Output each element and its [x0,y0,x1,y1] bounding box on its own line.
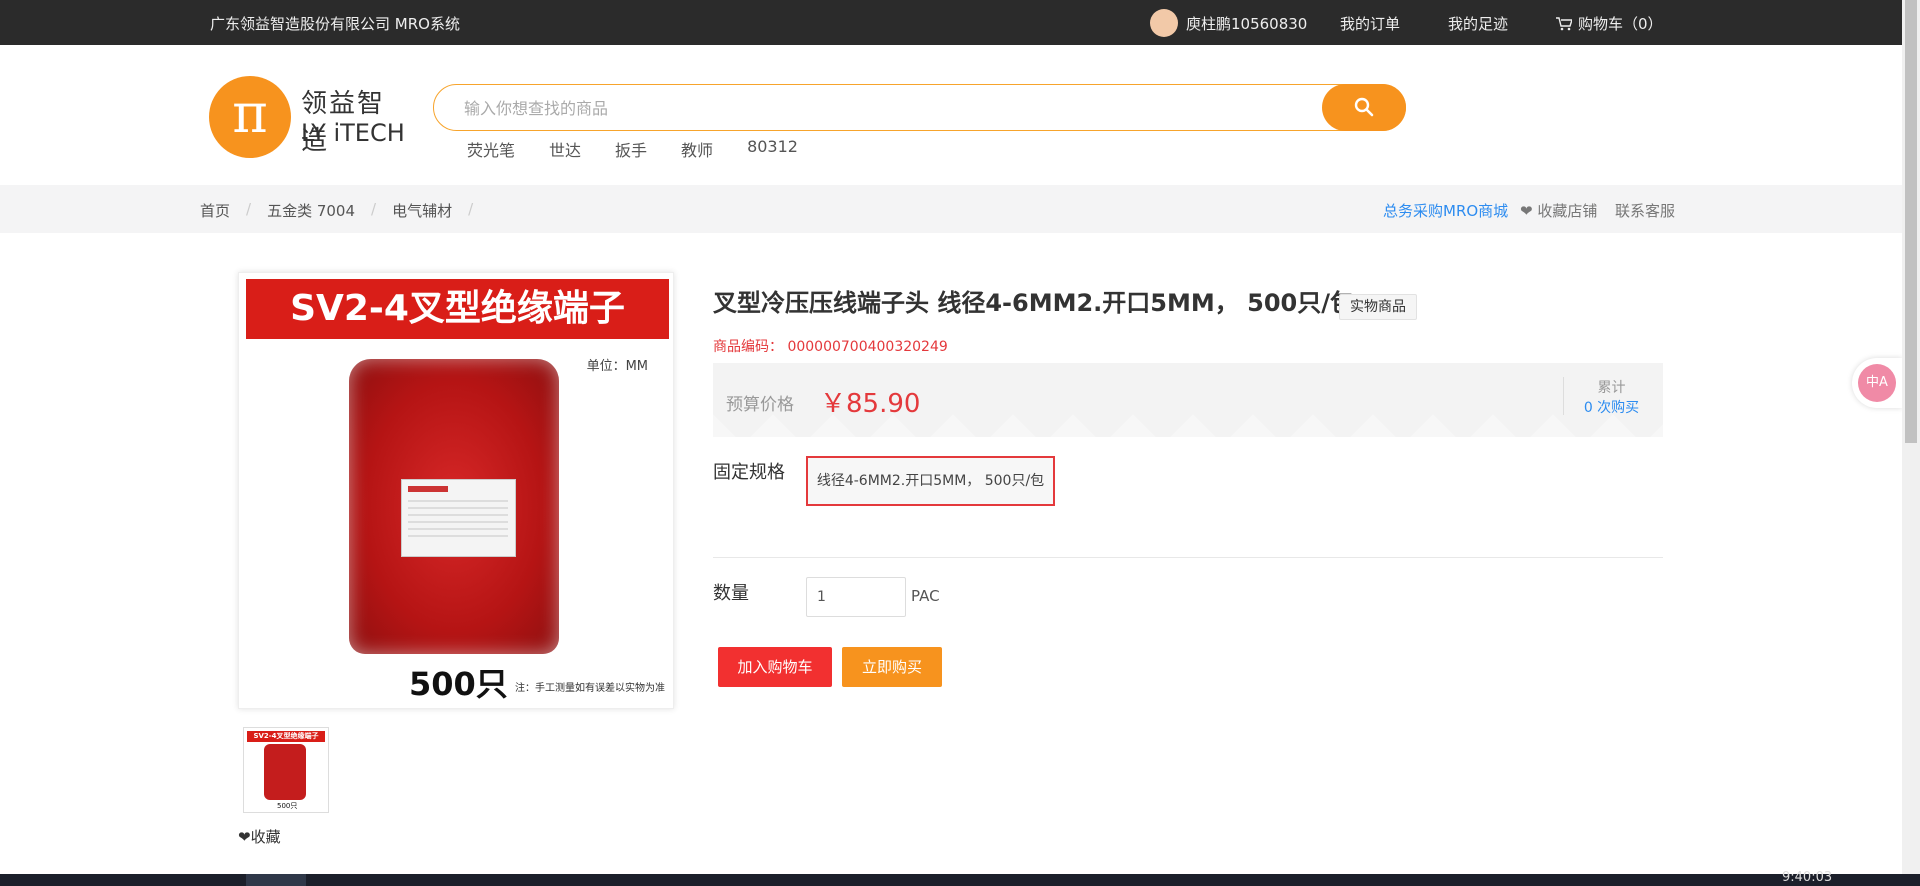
top-bar: 广东领益智造股份有限公司 MRO系统 庾柱鹏10560830 我的订单 我的足迹… [0,0,1902,45]
product-title: 叉型冷压压线端子头 线径4-6MM2.开口5MM， 500只/包 [713,289,1354,317]
product-main-image[interactable]: SV2-4叉型绝缘端子 单位：MM 500只 注：手工测量如有误差以实物为准 [238,272,674,709]
spec-option[interactable]: 线径4-6MM2.开口5MM， 500只/包 [806,456,1055,506]
company-name: 广东领益智造股份有限公司 MRO系统 [210,15,460,33]
hot-word[interactable]: 世达 [549,137,581,161]
quantity-input[interactable] [806,577,906,617]
price-value: ￥85.90 [820,389,921,419]
product-bag-graphic [349,359,559,654]
image-note: 注：手工测量如有误差以实物为准 [515,683,665,694]
taskbar-active-app[interactable] [246,874,306,886]
cart-icon [1556,17,1572,31]
taskbar: 9:40:03 [0,870,1920,886]
purchase-count-label: 累计 [1597,380,1626,396]
logo-text-en: LY iTECH [301,119,405,147]
image-unit: 单位：MM [586,359,648,374]
quantity-unit: PAC [911,587,940,605]
user-info[interactable]: 庾柱鹏10560830 [1150,9,1307,37]
breadcrumb-item[interactable]: 首页 [200,200,230,221]
scrollbar[interactable] [1902,0,1920,874]
hot-word[interactable]: 80312 [747,137,798,161]
price-label: 预算价格 [726,395,794,415]
search-button[interactable] [1322,84,1406,131]
site-logo[interactable]: π 领益智造 LY iTECH [208,73,408,158]
product-code: 商品编码： 000000700400320249 [713,339,948,355]
quantity-label: 数量 [713,583,749,604]
favorite-button[interactable]: ❤收藏 [238,826,281,847]
hot-word[interactable]: 荧光笔 [467,137,515,161]
user-name: 庾柱鹏10560830 [1186,14,1308,33]
breadcrumb-item[interactable]: 电气辅材 [392,200,452,221]
breadcrumb-bar: 首页 / 五金类 7004/ 电气辅材 / 总务采购MRO商城 ❤ 收藏店铺 联系客… [0,185,1902,233]
search-box [433,84,1406,131]
thumbnail-bag [264,744,306,800]
scrollbar-thumb[interactable] [1905,0,1917,443]
image-count: 500只 [409,665,508,703]
breadcrumb-item[interactable]: 五金类 7004 [267,200,355,221]
avatar [1150,9,1178,37]
taskbar-clock: 9:40:03 [1782,870,1833,885]
contact-service-link[interactable]: 联系客服 [1615,200,1675,221]
search-icon [1354,97,1374,117]
add-to-cart-button[interactable]: 加入购物车 [718,647,832,687]
divider [713,557,1663,558]
mro-mall-link[interactable]: 总务采购MRO商城 [1383,200,1508,221]
logo-mark: π [209,76,291,158]
thumbnail-banner: SV2-4叉型绝缘端子 [247,731,325,742]
translate-icon: 中A [1858,364,1896,402]
cart-link[interactable]: 购物车（0） [1556,13,1663,34]
price-panel: 预算价格 ￥85.90 累计 0 次购买 [713,363,1663,437]
hot-word[interactable]: 教师 [681,137,713,161]
translate-widget[interactable]: 中A [1852,358,1902,408]
favorite-shop-label: 收藏店铺 [1537,202,1598,220]
bag-label [401,479,516,557]
buy-now-button[interactable]: 立即购买 [842,647,942,687]
purchase-count: 累计 0 次购买 [1563,377,1659,417]
product-type-badge: 实物商品 [1339,294,1417,320]
search-input[interactable] [464,95,1324,121]
thumbnail-count: 500只 [277,802,298,810]
hot-word[interactable]: 扳手 [615,137,647,161]
image-banner: SV2-4叉型绝缘端子 [246,279,669,339]
breadcrumb: 首页 / 五金类 7004/ 电气辅材 / [200,200,474,221]
cart-label: 购物车（0） [1578,15,1663,33]
product-thumbnail[interactable]: SV2-4叉型绝缘端子 500只 [243,727,329,813]
my-footprints-link[interactable]: 我的足迹 [1448,13,1508,34]
hot-words: 荧光笔 世达 扳手 教师 80312 [467,137,832,161]
my-orders-link[interactable]: 我的订单 [1340,13,1400,34]
purchase-count-value[interactable]: 0 次购买 [1564,397,1659,417]
favorite-shop-link[interactable]: ❤ 收藏店铺 [1520,200,1597,221]
heart-icon: ❤ [1520,202,1533,220]
spec-label: 固定规格 [713,462,785,483]
